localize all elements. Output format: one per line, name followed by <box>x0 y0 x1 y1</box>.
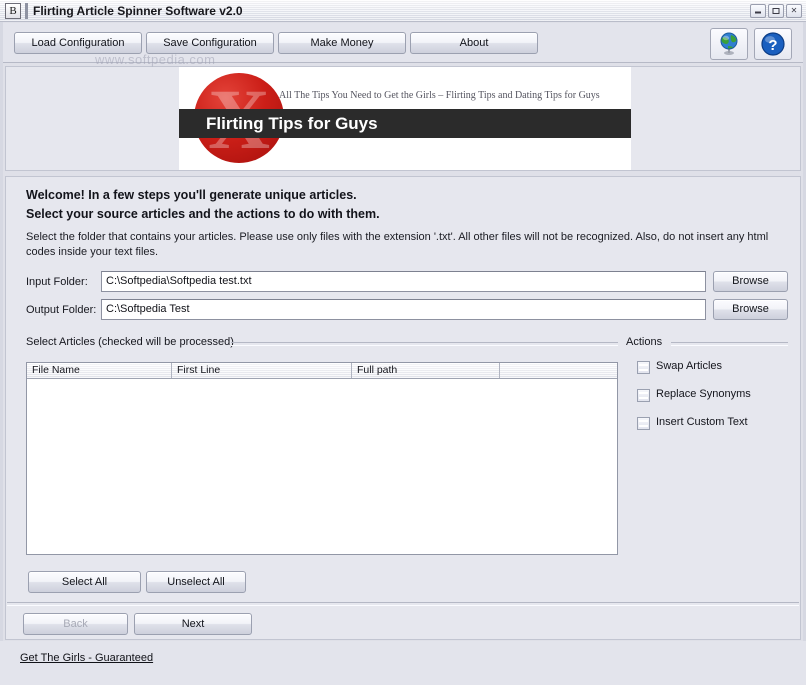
minimize-button[interactable] <box>750 4 766 18</box>
actions-group-label: Actions <box>626 336 663 348</box>
input-folder-field[interactable]: C:\Softpedia\Softpedia test.txt <box>101 271 706 292</box>
welcome-heading-line2: Select your source articles and the acti… <box>26 207 380 221</box>
save-configuration-button[interactable]: Save Configuration <box>146 32 274 54</box>
svg-text:?: ? <box>768 37 777 54</box>
input-folder-browse-button[interactable]: Browse <box>713 271 788 292</box>
app-icon: B <box>5 3 21 19</box>
help-button[interactable]: ? <box>754 28 792 60</box>
help-icon: ? <box>761 32 785 56</box>
replace-synonyms-checkbox[interactable] <box>637 389 650 402</box>
globe-button[interactable] <box>710 28 748 60</box>
globe-icon <box>720 32 738 55</box>
articles-table[interactable]: File Name First Line Full path <box>26 362 618 555</box>
window-controls: ✕ <box>750 4 802 18</box>
instructions-text: Select the folder that contains your art… <box>26 231 769 258</box>
next-button[interactable]: Next <box>134 613 252 635</box>
banner-image: X All The Tips You Need to Get the Girls… <box>179 67 631 170</box>
select-articles-group-rule <box>231 342 618 346</box>
window-title: Flirting Article Spinner Software v2.0 <box>33 4 243 18</box>
articles-table-header: File Name First Line Full path <box>27 363 617 379</box>
close-icon: ✕ <box>790 6 798 15</box>
maximize-button[interactable] <box>768 4 784 18</box>
swap-articles-checkbox[interactable] <box>637 361 650 374</box>
title-bar: B Flirting Article Spinner Software v2.0… <box>0 0 806 22</box>
output-folder-field[interactable]: C:\Softpedia Test <box>101 299 706 320</box>
output-folder-browse-button[interactable]: Browse <box>713 299 788 320</box>
make-money-button[interactable]: Make Money <box>278 32 406 54</box>
welcome-heading-line1: Welcome! In a few steps you'll generate … <box>26 188 357 202</box>
select-all-button[interactable]: Select All <box>28 571 141 593</box>
unselect-all-button[interactable]: Unselect All <box>146 571 246 593</box>
column-header-file-name[interactable]: File Name <box>27 363 172 378</box>
input-folder-label: Input Folder: <box>26 276 88 288</box>
about-button[interactable]: About <box>410 32 538 54</box>
column-header-full-path[interactable]: Full path <box>352 363 500 378</box>
column-header-extra[interactable] <box>500 363 617 378</box>
output-folder-label: Output Folder: <box>26 304 97 316</box>
main-content-panel: Welcome! In a few steps you'll generate … <box>5 176 801 640</box>
column-header-first-line[interactable]: First Line <box>172 363 352 378</box>
banner-headline: Flirting Tips for Guys <box>206 114 378 133</box>
select-articles-group-label: Select Articles (checked will be process… <box>26 336 234 348</box>
application-window: B Flirting Article Spinner Software v2.0… <box>0 0 806 685</box>
insert-custom-text-checkbox[interactable] <box>637 417 650 430</box>
wizard-divider <box>7 602 799 606</box>
get-the-girls-link[interactable]: Get The Girls - Guaranteed <box>20 652 153 664</box>
insert-custom-text-label: Insert Custom Text <box>656 416 748 428</box>
articles-table-body <box>27 379 617 554</box>
load-configuration-button[interactable]: Load Configuration <box>14 32 142 54</box>
back-button[interactable]: Back <box>23 613 128 635</box>
close-button[interactable]: ✕ <box>786 4 802 18</box>
banner-panel: X All The Tips You Need to Get the Girls… <box>5 66 801 171</box>
title-separator <box>25 3 28 19</box>
replace-synonyms-label: Replace Synonyms <box>656 388 751 400</box>
swap-articles-label: Swap Articles <box>656 360 723 372</box>
banner-tagline: All The Tips You Need to Get the Girls –… <box>279 90 600 101</box>
actions-group-rule <box>671 342 788 346</box>
